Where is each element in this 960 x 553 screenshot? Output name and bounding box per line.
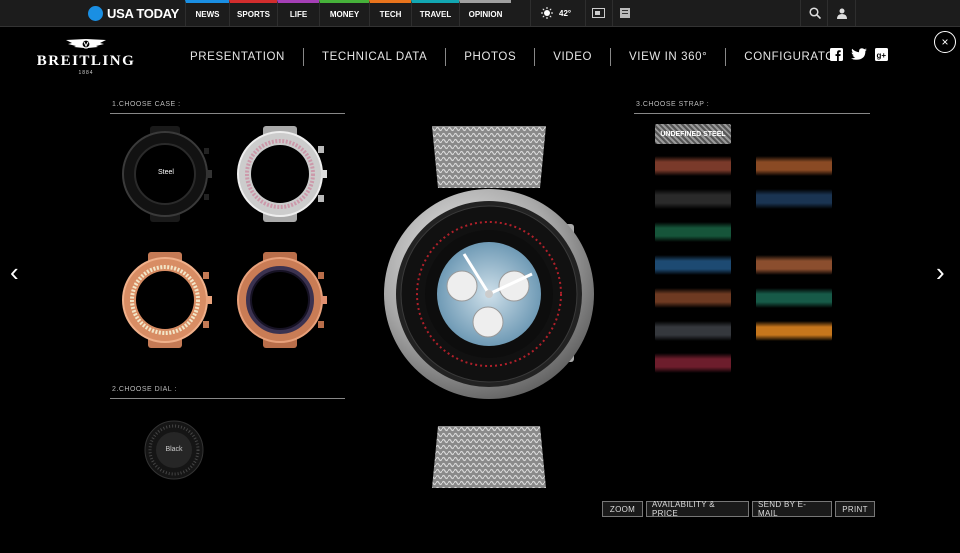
weather-widget[interactable]: 42° xyxy=(530,0,571,26)
strap-option[interactable] xyxy=(756,321,832,341)
usatoday-nav-money[interactable]: MONEY xyxy=(319,0,369,26)
next-arrow-button[interactable]: › xyxy=(936,257,945,288)
usatoday-nav-opinion[interactable]: OPINION xyxy=(459,0,511,26)
watch-case-steel-image xyxy=(237,126,327,222)
breitling-logo[interactable]: BREITLING 1884 xyxy=(34,36,138,76)
dial-option-black[interactable]: Black xyxy=(144,420,204,480)
send-by-email-button[interactable]: SEND BY E-MAIL xyxy=(752,500,832,518)
strap-option[interactable] xyxy=(655,156,731,176)
facebook-icon[interactable] xyxy=(830,48,843,61)
strap-option[interactable] xyxy=(756,189,832,209)
newspaper-icon xyxy=(620,8,630,18)
brand-year: 1884 xyxy=(78,70,94,76)
svg-text:g+: g+ xyxy=(877,51,887,60)
dial-section-title: 2.CHOOSE DIAL : xyxy=(112,386,177,393)
strap-option[interactable] xyxy=(655,321,731,341)
user-icon xyxy=(836,8,847,19)
dial-option-label: Black xyxy=(165,446,183,453)
tv-button[interactable] xyxy=(585,0,610,26)
dial-section-divider xyxy=(110,398,345,399)
temperature-value: 42° xyxy=(559,8,572,18)
case-section-title: 1.CHOOSE CASE : xyxy=(112,101,181,108)
zoom-button[interactable]: ZOOM xyxy=(602,501,643,517)
watch-case-red-gold-dark-image xyxy=(237,252,327,348)
main-nav: PRESENTATION TECHNICAL DATA PHOTOS VIDEO VIE… xyxy=(172,46,862,68)
usatoday-logo-text: USA TODAY xyxy=(107,5,179,21)
close-button[interactable]: × xyxy=(934,31,956,53)
chevron-right-icon: › xyxy=(936,257,945,287)
watch-case-red-gold-image xyxy=(122,252,212,348)
case-option-label: Steel xyxy=(158,169,174,176)
chevron-left-icon: ‹ xyxy=(10,257,19,287)
case-section-divider xyxy=(110,113,345,114)
strap-option[interactable] xyxy=(655,255,731,275)
usatoday-nav-life[interactable]: LIFE xyxy=(277,0,319,26)
social-links: g+ xyxy=(830,48,888,61)
usatoday-dot-icon xyxy=(88,5,103,21)
usatoday-logo[interactable]: USA TODAY xyxy=(88,4,179,22)
print-button[interactable]: PRINT xyxy=(835,501,875,517)
prev-arrow-button[interactable]: ‹ xyxy=(10,257,19,288)
action-buttons: ZOOM AVAILABILITY & PRICE SEND BY E-MAIL… xyxy=(602,500,875,518)
case-option-red-gold-dark[interactable] xyxy=(235,252,327,348)
usatoday-nav-tech[interactable]: TECH xyxy=(369,0,411,26)
usatoday-nav-travel[interactable]: TRAVEL xyxy=(411,0,459,26)
availability-price-button[interactable]: AVAILABILITY & PRICE xyxy=(646,500,749,518)
search-button[interactable] xyxy=(800,0,828,26)
user-button[interactable] xyxy=(827,0,856,26)
usatoday-bar: USA TODAY NEWS SPORTS LIFE MONEY TECH TRAVEL O… xyxy=(0,0,960,27)
strap-option[interactable] xyxy=(756,288,832,308)
main-nav-item[interactable]: PHOTOS xyxy=(446,48,534,66)
strap-option[interactable] xyxy=(655,353,731,373)
sun-icon xyxy=(541,7,553,19)
case-option-steel[interactable] xyxy=(235,126,327,222)
wings-emblem-icon xyxy=(66,39,106,49)
strap-option[interactable] xyxy=(655,222,731,242)
watch-preview-image xyxy=(384,126,594,488)
strap-option[interactable] xyxy=(655,189,731,209)
usatoday-nav-news[interactable]: NEWS xyxy=(185,0,229,26)
strap-option[interactable] xyxy=(756,255,832,275)
search-icon xyxy=(808,7,821,19)
brand-name: BREITLING xyxy=(36,53,136,69)
twitter-icon[interactable] xyxy=(851,48,867,61)
tv-icon xyxy=(591,8,605,18)
strap-section-divider xyxy=(634,113,870,114)
google-plus-icon[interactable]: g+ xyxy=(875,48,888,61)
main-nav-item[interactable]: TECHNICAL DATA xyxy=(304,48,445,66)
strap-section-title: 3.CHOOSE STRAP : xyxy=(636,101,710,108)
strap-selected-label: UNDEFINED STEEL xyxy=(660,130,726,138)
main-nav-item[interactable]: PRESENTATION xyxy=(172,48,303,66)
case-option-steel-black[interactable]: Steel xyxy=(120,126,212,222)
strap-option[interactable] xyxy=(756,156,832,176)
usatoday-nav: NEWS SPORTS LIFE MONEY TECH TRAVEL OPINION xyxy=(185,0,511,26)
main-nav-item[interactable]: VIDEO xyxy=(535,48,610,66)
case-option-red-gold[interactable] xyxy=(120,252,212,348)
news-button[interactable] xyxy=(612,0,637,26)
main-nav-item[interactable]: VIEW IN 360° xyxy=(611,48,725,66)
usatoday-nav-sports[interactable]: SPORTS xyxy=(229,0,277,26)
strap-option-selected[interactable]: UNDEFINED STEEL xyxy=(655,124,731,144)
strap-option[interactable] xyxy=(655,288,731,308)
close-icon: × xyxy=(941,35,949,49)
